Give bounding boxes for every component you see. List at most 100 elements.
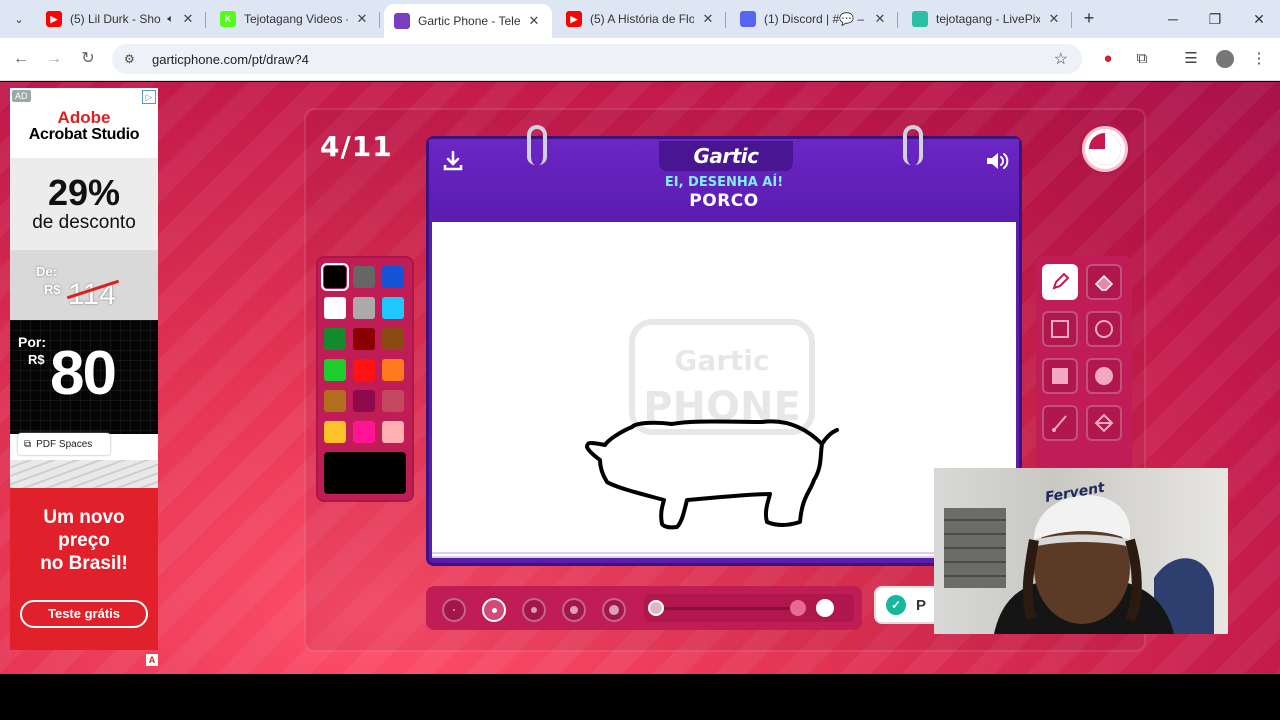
prompt-label: EI, DESENHA AÍ! xyxy=(664,175,784,190)
new-tab-button[interactable]: + xyxy=(1078,8,1100,30)
brush-size-button[interactable] xyxy=(442,598,466,622)
color-swatch[interactable] xyxy=(353,297,375,319)
address-bar[interactable]: ⚙ garticphone.com/pt/draw?4 ☆ xyxy=(112,44,1082,74)
ad-discount-label: de desconto xyxy=(32,212,136,233)
volume-icon[interactable] xyxy=(985,149,1011,173)
color-swatch[interactable] xyxy=(321,263,349,291)
browser-tab[interactable]: K Tejotagang Videos - \ ✕ xyxy=(210,4,380,34)
browser-tab[interactable]: tejotagang - LivePix ✕ xyxy=(902,4,1072,34)
color-swatch[interactable] xyxy=(353,328,375,350)
pdf-spaces-label: PDF Spaces xyxy=(36,438,93,450)
chrome-menu-button[interactable]: ⋮ xyxy=(1248,48,1270,70)
site-info-icon[interactable]: ⚙ xyxy=(124,52,140,66)
tab-title: Tejotagang Videos - \ xyxy=(244,12,348,26)
tab-separator xyxy=(725,12,726,28)
ad-tagline: Um novo preço no Brasil! xyxy=(10,506,158,575)
browser-tab[interactable]: (1) Discord | #💬 – ch ✕ xyxy=(730,4,898,34)
opacity-slider[interactable] xyxy=(644,594,854,622)
color-swatch[interactable] xyxy=(382,328,404,350)
extension-icon[interactable]: ● xyxy=(1097,48,1119,70)
close-window-button[interactable]: ✕ xyxy=(1246,8,1272,30)
color-swatch[interactable] xyxy=(324,297,346,319)
pig-drawing xyxy=(585,419,839,530)
tab-strip: ⌄ ▶ (5) Lil Durk - Sho 🔈︎ ✕ K Tejotagang Vide… xyxy=(0,0,1280,38)
color-swatch[interactable] xyxy=(353,421,375,443)
color-swatch[interactable] xyxy=(353,359,375,381)
tab-search-button[interactable]: ⌄ xyxy=(8,8,30,30)
brush-size-button[interactable] xyxy=(522,598,546,622)
gartic-icon xyxy=(394,13,410,29)
close-tab-icon[interactable]: ✕ xyxy=(526,13,542,29)
color-swatch[interactable] xyxy=(324,390,346,412)
brush-size-button[interactable] xyxy=(562,598,586,622)
forward-button[interactable]: → xyxy=(43,48,65,70)
browser-tab[interactable]: Gartic Phone - Telefo ✕ xyxy=(384,4,552,38)
brush-size-dot xyxy=(609,605,619,615)
check-icon: ✓ xyxy=(886,595,906,615)
color-swatch[interactable] xyxy=(382,266,404,288)
color-swatch[interactable] xyxy=(382,390,404,412)
livepix-icon xyxy=(912,11,928,27)
eraser-icon[interactable] xyxy=(1086,264,1122,300)
tool-panel xyxy=(1036,256,1132,472)
discord-icon xyxy=(740,11,756,27)
ad-discount: 29% xyxy=(47,172,121,213)
color-swatch[interactable] xyxy=(382,359,404,381)
tab-title: Gartic Phone - Telefo xyxy=(418,14,520,28)
restore-button[interactable]: ❐ xyxy=(1202,8,1228,30)
color-swatch[interactable] xyxy=(382,421,404,443)
browser-tab[interactable]: ▶ (5) Lil Durk - Sho 🔈︎ ✕ xyxy=(36,4,206,34)
rectangle-fill-icon[interactable] xyxy=(1042,358,1078,394)
pencil-icon[interactable] xyxy=(1042,264,1078,300)
ad-old-label: De: xyxy=(36,264,57,279)
toolbar: ← → ↻ ⚙ garticphone.com/pt/draw?4 ☆ ● ⧉ … xyxy=(0,38,1280,81)
line-icon[interactable] xyxy=(1042,405,1078,441)
color-swatch[interactable] xyxy=(353,390,375,412)
color-swatch[interactable] xyxy=(324,328,346,350)
extensions-puzzle-icon[interactable]: ⧉ xyxy=(1131,48,1153,70)
ad-tagline-3: no Brasil! xyxy=(40,553,128,574)
minimize-button[interactable]: ─ xyxy=(1160,8,1186,30)
youtube-icon: ▶ xyxy=(46,11,62,27)
speaker-icon[interactable]: 🔈︎ xyxy=(167,13,174,26)
fill-bucket-icon[interactable] xyxy=(1086,405,1122,441)
profile-avatar[interactable] xyxy=(1214,48,1236,70)
circle-fill-icon[interactable] xyxy=(1086,358,1122,394)
color-swatch[interactable] xyxy=(324,359,346,381)
browser-tab[interactable]: ▶ (5) A História de Floy ✕ xyxy=(556,4,726,34)
close-tab-icon[interactable]: ✕ xyxy=(180,11,196,27)
brush-size-button[interactable] xyxy=(602,598,626,622)
tab-separator xyxy=(205,12,206,28)
ad-cta-button[interactable]: Teste grátis xyxy=(20,600,148,628)
close-tab-icon[interactable]: ✕ xyxy=(1046,11,1062,27)
color-swatch[interactable] xyxy=(324,421,346,443)
reload-button[interactable]: ↻ xyxy=(77,48,99,70)
rectangle-outline-icon[interactable] xyxy=(1042,311,1078,347)
tab-title: (1) Discord | #💬 – ch xyxy=(764,12,866,26)
pdf-spaces-icon: ⧉ xyxy=(24,438,32,450)
opacity-min-icon xyxy=(648,600,664,616)
download-icon[interactable] xyxy=(441,149,465,173)
watermark-logo: Gartic PHONE xyxy=(629,319,815,435)
slider-handle[interactable] xyxy=(790,600,806,616)
binder-ring-left xyxy=(527,125,547,165)
circle-outline-icon[interactable] xyxy=(1086,311,1122,347)
drawing-canvas[interactable]: Gartic PHONE xyxy=(432,222,1016,550)
color-swatch[interactable] xyxy=(353,266,375,288)
color-swatch[interactable] xyxy=(382,297,404,319)
media-control-icon[interactable]: ☰ xyxy=(1180,48,1202,70)
adobe-ad[interactable]: AD ▷ Adobe Acrobat Studio 29% de descont… xyxy=(10,88,158,650)
back-button[interactable]: ← xyxy=(10,48,32,70)
gartic-logo-text: Gartic xyxy=(693,144,759,168)
bookmark-star-icon[interactable]: ☆ xyxy=(1054,49,1068,69)
adchoices-icon[interactable]: ▷ xyxy=(142,90,156,104)
brush-size-button[interactable] xyxy=(482,598,506,622)
close-tab-icon[interactable]: ✕ xyxy=(354,11,370,27)
brush-size-dot xyxy=(453,609,455,611)
close-tab-icon[interactable]: ✕ xyxy=(700,11,716,27)
close-tab-icon[interactable]: ✕ xyxy=(872,11,888,27)
webcam-overlay: Fervent xyxy=(934,468,1228,634)
opacity-max-icon xyxy=(816,599,834,617)
brush-size-dot xyxy=(531,607,537,613)
done-label: P xyxy=(916,596,927,614)
